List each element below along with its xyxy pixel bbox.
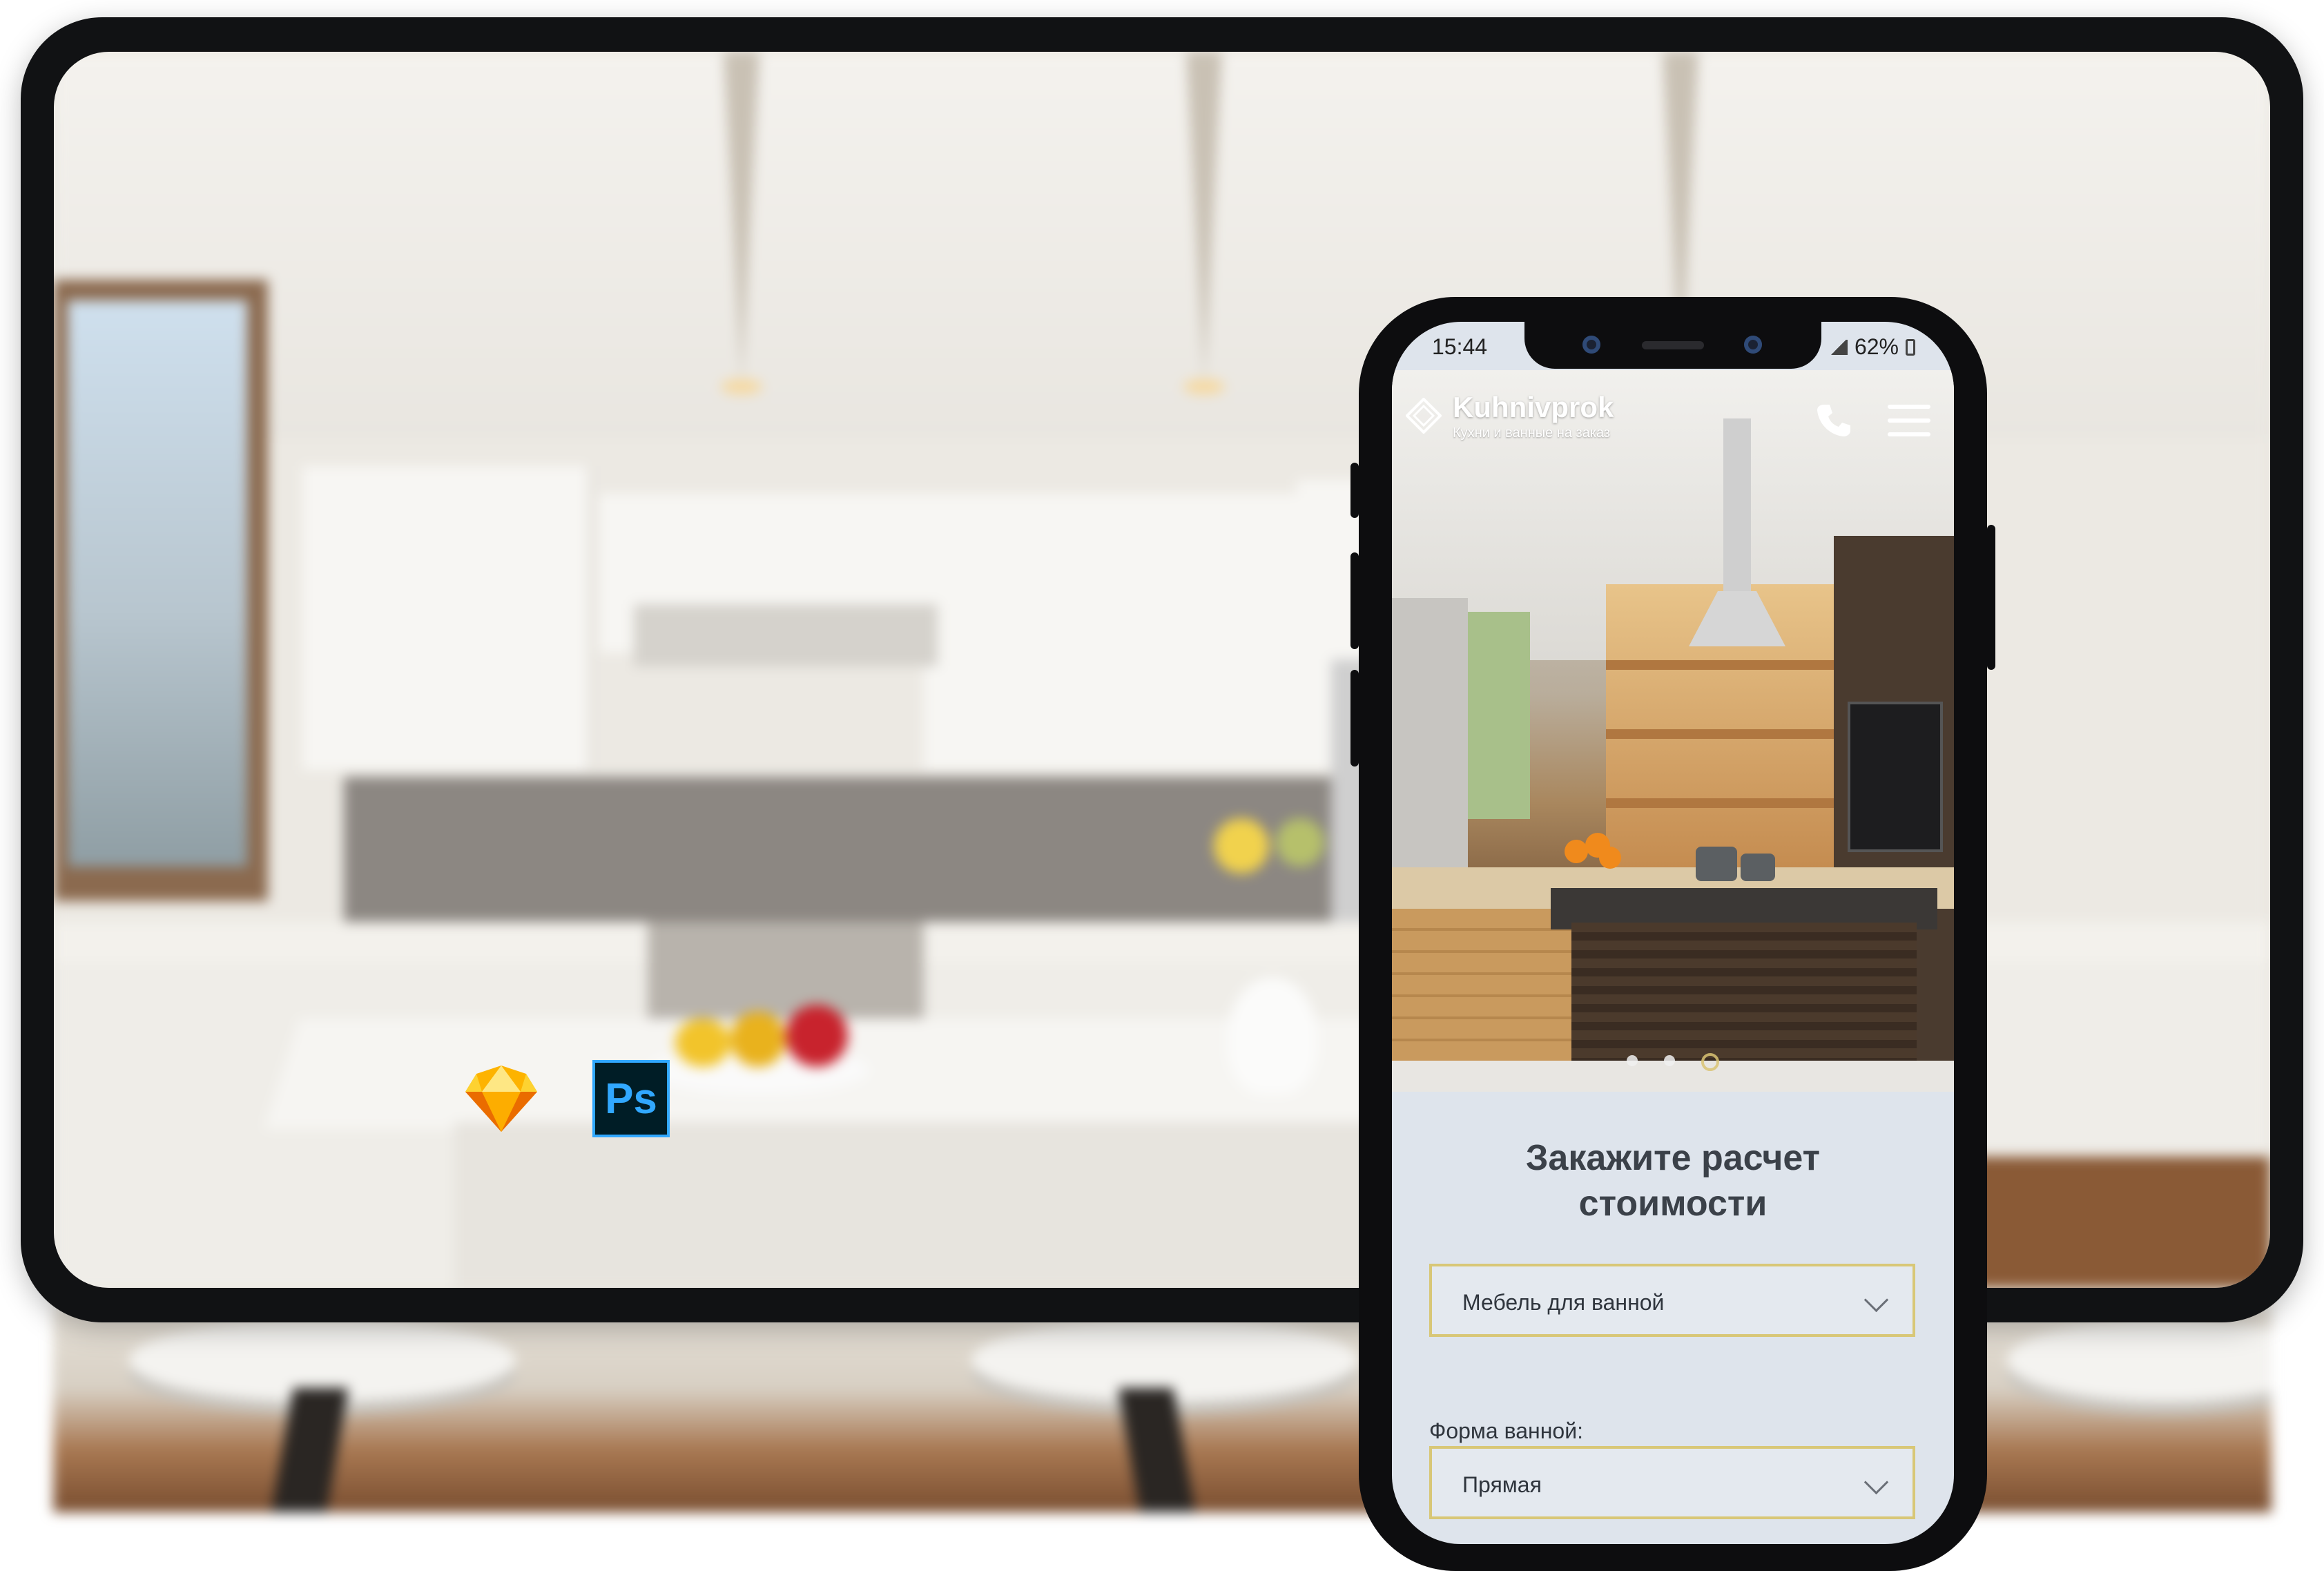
shape-select-value: Прямая — [1462, 1472, 1542, 1497]
phone-device: 15:44 62% Kuhnivprok Кухни и ванные на з… — [1350, 297, 1995, 1571]
category-select[interactable]: Мебель для ванной — [1429, 1264, 1915, 1337]
slider-dots — [1392, 1053, 1954, 1083]
category-select-value: Мебель для ванной — [1462, 1290, 1665, 1315]
photoshop-icon: Ps — [592, 1060, 670, 1137]
battery-indicator: 62% — [1829, 334, 1915, 360]
form-title-line: Закажите расчет — [1525, 1138, 1821, 1178]
slider-dot[interactable] — [1664, 1055, 1675, 1066]
phone-screen: 15:44 62% Kuhnivprok Кухни и ванные на з… — [1392, 322, 1954, 1544]
chevron-down-icon — [1863, 1469, 1889, 1495]
form-title-line: стоимости — [1578, 1184, 1768, 1224]
phone-notch — [1524, 322, 1821, 369]
shape-label: Форма ванной: — [1429, 1418, 1583, 1443]
battery-icon — [1906, 338, 1915, 356]
brand-name[interactable]: Kuhnivprok — [1453, 391, 1614, 424]
slider-dot-active[interactable] — [1701, 1053, 1719, 1071]
slider-dot[interactable] — [1627, 1055, 1638, 1066]
battery-percent: 62% — [1854, 334, 1899, 359]
shape-select[interactable]: Прямая — [1429, 1446, 1915, 1519]
chevron-down-icon — [1863, 1287, 1889, 1313]
brand-tagline: Кухни и ванные на заказ — [1453, 425, 1611, 441]
sketch-icon — [465, 1066, 537, 1132]
site-header: Kuhnivprok Кухни и ванные на заказ — [1392, 370, 1954, 467]
hero-slider-image[interactable] — [1392, 370, 1954, 1092]
signal-icon — [1829, 339, 1848, 355]
logo-diamond-icon[interactable] — [1406, 398, 1442, 434]
phone-icon[interactable] — [1813, 401, 1852, 439]
status-time: 15:44 — [1432, 334, 1488, 359]
form-title: Закажите расчет стоимости — [1392, 1135, 1954, 1226]
menu-icon[interactable] — [1888, 405, 1930, 436]
